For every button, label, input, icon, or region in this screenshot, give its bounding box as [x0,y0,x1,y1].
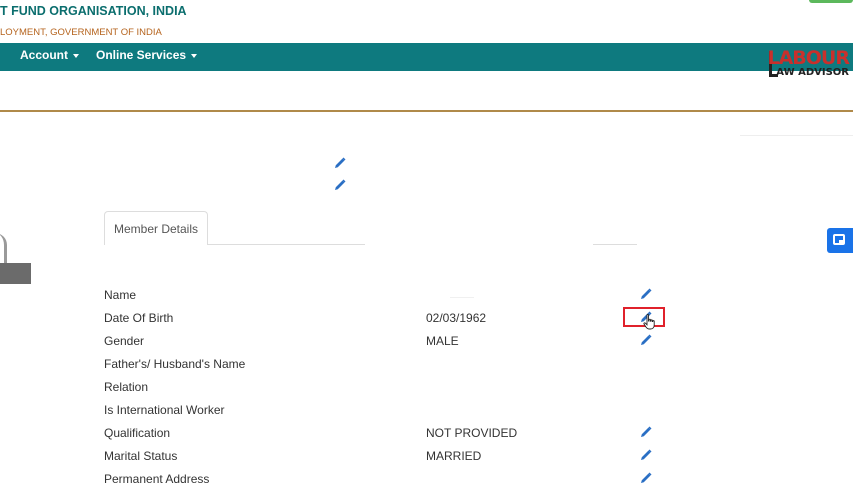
organisation-subtitle: LOYMENT, GOVERNMENT OF INDIA [0,27,162,38]
nav-online-services-dropdown[interactable]: Online Services [96,48,198,62]
pencil-icon[interactable] [640,472,652,484]
main-navbar: Account Online Services [0,43,853,71]
field-label: Permanent Address [104,472,210,486]
table-row: Relation [104,380,664,400]
table-row: Date Of Birth 02/03/1962 [104,311,664,331]
table-row: Is International Worker [104,403,664,423]
field-value: 02/03/1962 [426,311,487,325]
table-row: Qualification NOT PROVIDED [104,426,664,446]
pencil-icon[interactable] [334,157,346,169]
tab-member-details[interactable]: Member Details [104,211,208,245]
profile-photo-caption [0,263,31,284]
table-row: Marital Status MARRIED [104,449,664,469]
floating-overlay-button[interactable] [827,228,853,253]
field-label: Relation [104,380,149,394]
faint-divider [740,135,853,136]
tab-underline [593,244,637,245]
tab-underline [207,244,365,245]
header-divider [0,110,853,112]
field-label: Father's/ Husband's Name [104,357,246,371]
nav-online-services-label: Online Services [96,48,187,62]
field-label: Marital Status [104,449,178,463]
caret-down-icon [73,53,79,58]
pencil-icon[interactable] [640,334,652,346]
pencil-icon[interactable] [640,288,652,300]
field-label: Date Of Birth [104,311,174,325]
pencil-icon[interactable] [334,179,346,191]
pencil-icon[interactable] [640,449,652,461]
nav-account-dropdown[interactable]: Account [20,48,79,62]
logo-text-labour: LABOUR [767,47,850,69]
organisation-title: T FUND ORGANISATION, INDIA [0,4,187,18]
field-label: Name [104,288,137,302]
field-label: Qualification [104,426,171,440]
logo-text-advisor: AW ADVISOR [776,67,849,78]
pencil-icon[interactable] [640,426,652,438]
table-row: Name [104,288,664,308]
field-label: Is International Worker [104,403,225,417]
field-value: MARRIED [426,449,482,463]
nav-account-label: Account [20,48,68,62]
profile-photo-edge [0,233,7,263]
top-right-action-button[interactable] [809,0,853,3]
picture-in-picture-icon-inset [839,240,844,244]
caret-down-icon [191,53,198,58]
table-row: Permanent Address [104,472,664,492]
table-row: Father's/ Husband's Name [104,357,664,377]
field-label: Gender [104,334,145,348]
table-row: Gender MALE [104,334,664,354]
field-value: MALE [426,334,459,348]
hand-pointer-icon [643,314,655,330]
labour-law-advisor-logo: LABOUR AW ADVISOR [767,47,850,79]
field-value: NOT PROVIDED [426,426,518,440]
